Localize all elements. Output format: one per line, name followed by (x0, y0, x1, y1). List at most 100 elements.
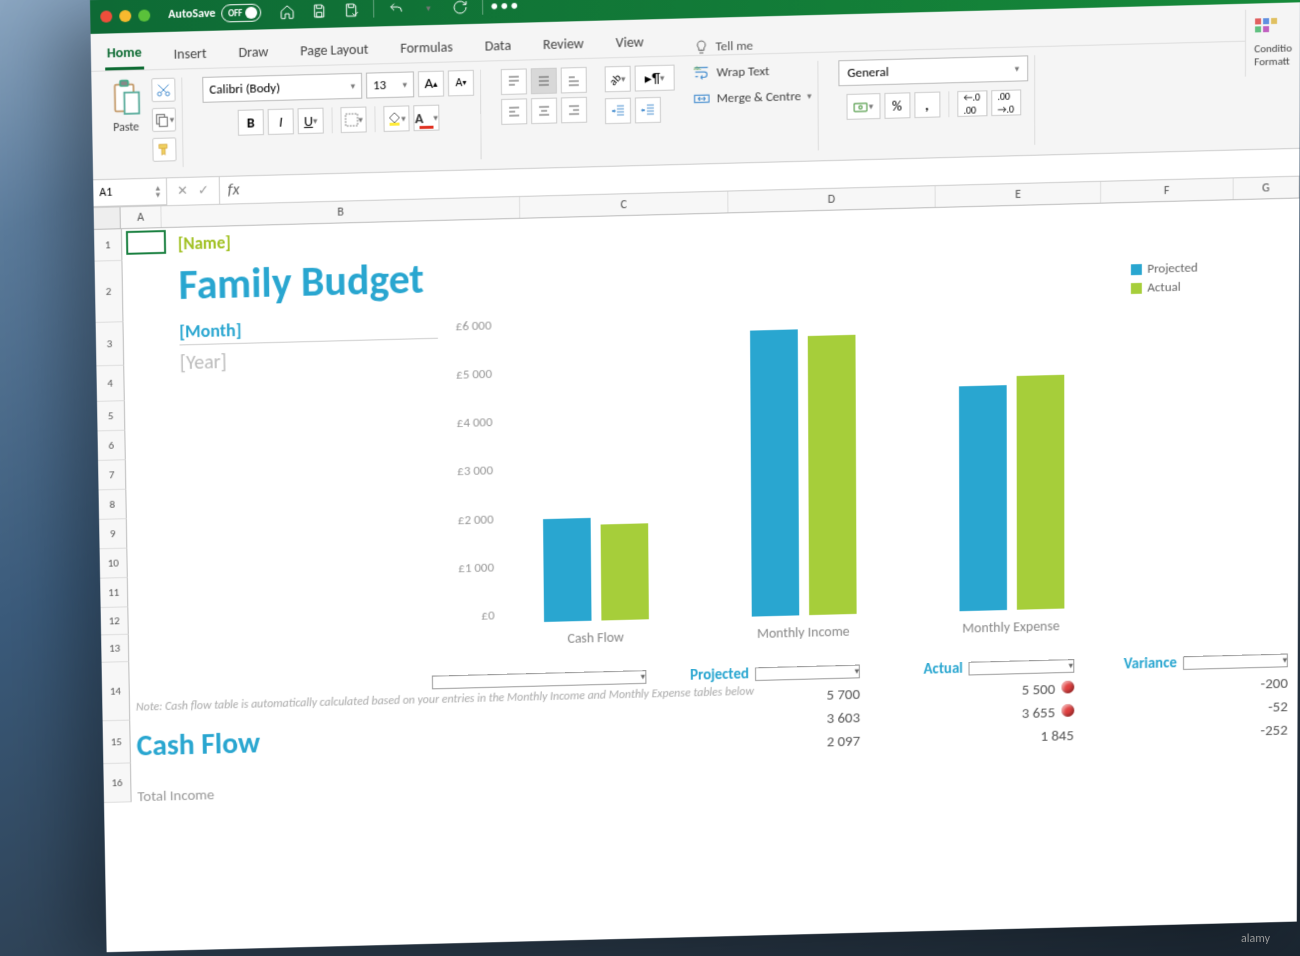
tab-draw[interactable]: Draw (236, 37, 270, 67)
align-top-button[interactable] (501, 68, 527, 95)
row-header-2[interactable]: 2 (95, 261, 124, 323)
svg-text:abc: abc (693, 66, 701, 72)
close-window-button[interactable] (100, 10, 112, 22)
paste-button[interactable]: Paste (109, 79, 142, 136)
filter-icon[interactable]: ▾ (755, 665, 860, 681)
tab-insert[interactable]: Insert (171, 39, 208, 69)
filter-icon[interactable]: ▾ (1183, 654, 1288, 670)
align-right-button[interactable] (561, 97, 587, 124)
row-header-8[interactable]: 8 (99, 490, 127, 520)
save-as-icon[interactable] (341, 0, 361, 20)
row-header-11[interactable]: 11 (100, 578, 128, 608)
tab-formulas[interactable]: Formulas (398, 32, 455, 62)
bar-monthly-expense-actual (1017, 374, 1065, 609)
tell-me-search[interactable]: Tell me (694, 38, 753, 56)
align-center-button[interactable] (531, 98, 557, 125)
th-actual[interactable]: Actual (860, 660, 963, 680)
copy-button[interactable]: ▾ (152, 108, 176, 133)
number-format-select[interactable]: General▾ (838, 55, 1028, 86)
wrap-text-button[interactable]: abc Wrap Text (693, 61, 812, 82)
comma-button[interactable]: , (914, 92, 940, 119)
tab-data[interactable]: Data (483, 31, 514, 61)
autosave-state: OFF (228, 8, 243, 19)
row-header-3[interactable]: 3 (96, 322, 125, 366)
save-icon[interactable] (309, 1, 329, 22)
alignment-group: ab▾ ▸¶ ▾ abc Wrap Text Merge (495, 61, 819, 159)
increase-decimal-button[interactable]: ←.0.00 (957, 90, 987, 117)
decrease-font-button[interactable]: A▾ (448, 70, 474, 97)
legend-actual: Actual (1147, 280, 1180, 296)
fx-label[interactable]: fx (220, 180, 248, 200)
row-header-9[interactable]: 9 (99, 519, 127, 549)
decrease-indent-button[interactable] (605, 98, 631, 125)
undo-dropdown-icon[interactable]: ▾ (418, 0, 438, 18)
autosave-toggle[interactable]: AutoSave OFF (168, 4, 261, 24)
th-projected[interactable]: Projected (646, 666, 749, 686)
format-painter-button[interactable] (152, 137, 176, 161)
col-header-f[interactable]: F (1101, 178, 1233, 202)
row-header-5[interactable]: 5 (97, 401, 125, 431)
budget-chart[interactable]: Projected Actual £0£1 000£2 000£3 000£4 … (422, 280, 1198, 664)
text-direction-button[interactable]: ▸¶ ▾ (635, 65, 675, 92)
align-middle-button[interactable] (531, 68, 557, 95)
th-variance[interactable]: Variance (1074, 654, 1177, 674)
more-icon[interactable]: ••• (495, 0, 515, 16)
row-header-12[interactable]: 12 (101, 607, 129, 635)
row-header-1[interactable]: 1 (94, 229, 122, 261)
font-size-select[interactable]: 13▾ (366, 71, 414, 98)
row-header-16[interactable]: 16 (103, 763, 131, 803)
accept-formula-icon[interactable]: ✓ (198, 183, 209, 198)
decrease-decimal-button[interactable]: .00→.0 (991, 89, 1021, 116)
bold-button[interactable]: B (238, 109, 264, 136)
window-controls (100, 9, 150, 22)
orientation-button[interactable]: ab▾ (605, 66, 631, 93)
clipboard-group: Paste ▾ (103, 77, 183, 169)
increase-indent-button[interactable] (635, 97, 661, 124)
cashflow-table: ▾ Projected▾ Actual▾ Variance▾ 5 7005 50… (432, 652, 1288, 762)
align-left-button[interactable] (501, 98, 527, 125)
row-header-4[interactable]: 4 (96, 366, 124, 402)
spreadsheet-grid[interactable]: A B C D E F G 12345678910111213141516 [N… (94, 177, 1300, 953)
col-header-g[interactable]: G (1233, 177, 1299, 200)
fill-color-button[interactable]: ▾ (383, 105, 409, 132)
col-header-e[interactable]: E (936, 182, 1101, 207)
filter-icon[interactable]: ▾ (969, 659, 1074, 675)
conditional-formatting-button[interactable]: Conditio Formatt (1245, 8, 1300, 76)
align-bottom-button[interactable] (561, 67, 587, 94)
merge-centre-button[interactable]: Merge & Centre▾ (693, 87, 812, 108)
col-header-a[interactable]: A (120, 206, 162, 228)
row-header-7[interactable]: 7 (98, 460, 126, 490)
minimize-window-button[interactable] (119, 10, 131, 22)
cancel-formula-icon[interactable]: ✕ (177, 184, 188, 199)
redo-icon[interactable] (450, 0, 470, 18)
font-name-select[interactable]: Calibri (Body)▾ (202, 73, 362, 103)
total-income-label[interactable]: Total Income (137, 787, 214, 806)
cut-button[interactable] (151, 78, 175, 103)
italic-button[interactable]: I (268, 108, 294, 135)
bar-monthly-income-projected (750, 329, 799, 616)
name-box[interactable]: A1▴▾ (93, 178, 167, 207)
number-group: General▾ ▾ % , ←.0.00 .00→.0 (832, 55, 1035, 150)
home-icon[interactable] (277, 2, 297, 23)
filter-icon[interactable]: ▾ (432, 670, 646, 689)
row-header-15[interactable]: 15 (103, 721, 131, 765)
border-button[interactable]: ▾ (340, 107, 366, 134)
row-header-14[interactable]: 14 (102, 662, 131, 721)
maximize-window-button[interactable] (138, 9, 150, 21)
tab-page-layout[interactable]: Page Layout (298, 35, 370, 66)
increase-font-button[interactable]: A▴ (418, 71, 444, 98)
currency-button[interactable]: ▾ (846, 93, 880, 120)
row-header-6[interactable]: 6 (98, 431, 126, 461)
month-placeholder-cell[interactable]: [Month] (179, 314, 438, 345)
row-header-13[interactable]: 13 (101, 635, 129, 663)
tab-review[interactable]: Review (541, 29, 586, 59)
percent-button[interactable]: % (884, 92, 910, 119)
tab-home[interactable]: Home (105, 38, 144, 71)
undo-icon[interactable] (386, 0, 406, 19)
row-header-10[interactable]: 10 (100, 549, 128, 579)
chart-legend: Projected Actual (1130, 261, 1197, 300)
select-all-corner[interactable] (94, 207, 121, 229)
tab-view[interactable]: View (614, 27, 646, 57)
underline-button[interactable]: U ▾ (298, 108, 324, 135)
font-color-button[interactable]: A▾ (413, 105, 439, 132)
